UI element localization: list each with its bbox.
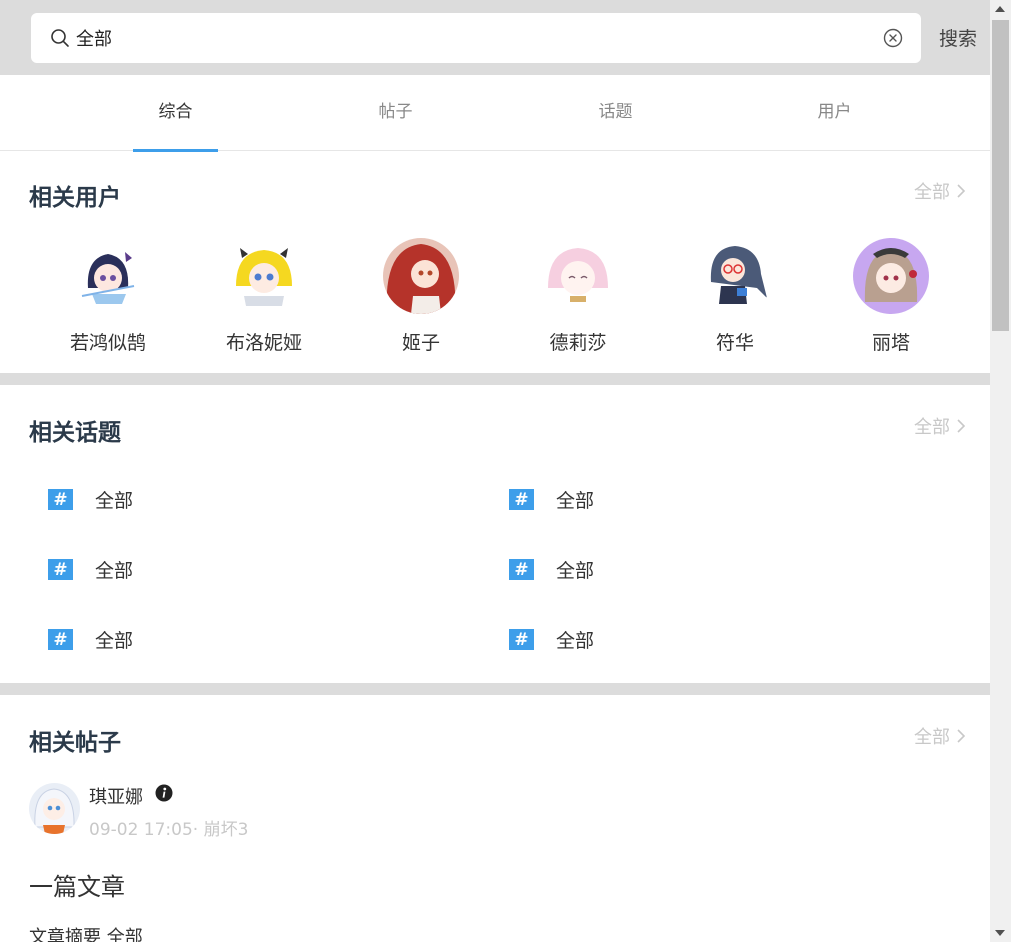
user-card[interactable]: 丽塔 bbox=[831, 238, 951, 355]
section-divider bbox=[0, 683, 990, 695]
user-card[interactable]: 符华 bbox=[675, 238, 795, 355]
topic-label: 全部 bbox=[95, 490, 134, 512]
tab-bar: 综合 帖子 话题 用户 bbox=[0, 75, 990, 152]
topic-label: 全部 bbox=[556, 490, 595, 512]
topic-label: 全部 bbox=[95, 630, 134, 652]
chevron-right-icon bbox=[957, 184, 966, 198]
related-posts-section: 相关帖子 全部 琪亚娜 09-02 17:05· 崩坏3 一篇文章 文章摘要 全… bbox=[0, 695, 990, 942]
info-icon bbox=[155, 784, 173, 802]
tab-topics[interactable]: 话题 bbox=[573, 75, 658, 151]
user-card[interactable]: 姬子 bbox=[361, 238, 481, 355]
related-users-section: 相关用户 全部 若鸿似鹄 布洛妮娅 姬子 德莉莎 符华 丽塔 bbox=[0, 151, 990, 373]
more-label: 全部 bbox=[914, 417, 950, 438]
user-card[interactable]: 布洛妮娅 bbox=[204, 238, 324, 355]
topic-item[interactable]: # 全部 bbox=[509, 486, 594, 513]
tab-users[interactable]: 用户 bbox=[792, 75, 877, 151]
topic-label: 全部 bbox=[556, 560, 595, 582]
author-name[interactable]: 琪亚娜 bbox=[89, 783, 143, 809]
topic-label: 全部 bbox=[556, 630, 595, 652]
tab-all[interactable]: 综合 bbox=[133, 75, 218, 152]
avatar bbox=[70, 238, 146, 314]
section-title: 相关话题 bbox=[29, 420, 121, 446]
topics-more-link[interactable]: 全部 bbox=[914, 413, 966, 439]
related-topics-section: 相关话题 全部 # 全部 # 全部 # 全部 # 全部 # 全部 # 全部 bbox=[0, 385, 990, 683]
topic-item[interactable]: # 全部 bbox=[48, 626, 133, 653]
topic-item[interactable]: # 全部 bbox=[48, 486, 133, 513]
topic-item[interactable]: # 全部 bbox=[509, 556, 594, 583]
more-label: 全部 bbox=[914, 182, 950, 203]
tab-posts[interactable]: 帖子 bbox=[353, 75, 438, 151]
search-icon bbox=[51, 29, 69, 47]
section-title: 相关用户 bbox=[29, 185, 121, 211]
hashtag-icon: # bbox=[509, 489, 534, 510]
section-divider bbox=[0, 373, 990, 385]
user-name: 姬子 bbox=[401, 332, 440, 354]
clear-icon[interactable] bbox=[883, 28, 903, 48]
topic-item[interactable]: # 全部 bbox=[509, 626, 594, 653]
user-card[interactable]: 德莉莎 bbox=[518, 238, 638, 355]
hashtag-icon: # bbox=[48, 559, 73, 580]
user-card[interactable]: 若鸿似鹄 bbox=[48, 238, 168, 355]
user-name: 丽塔 bbox=[871, 332, 910, 354]
post-summary[interactable]: 文章摘要 全部 bbox=[29, 923, 143, 942]
user-name: 若鸿似鹄 bbox=[69, 332, 146, 354]
scroll-down-arrow-icon[interactable] bbox=[995, 930, 1005, 936]
avatar bbox=[697, 238, 773, 314]
posts-more-link[interactable]: 全部 bbox=[914, 723, 966, 749]
avatar bbox=[540, 238, 616, 314]
user-name: 布洛妮娅 bbox=[225, 332, 302, 354]
scroll-up-arrow-icon[interactable] bbox=[995, 6, 1005, 12]
more-label: 全部 bbox=[914, 727, 950, 748]
chevron-right-icon bbox=[957, 419, 966, 433]
avatar bbox=[383, 238, 459, 314]
search-results-page: 搜索 综合 帖子 话题 用户 相关用户 全部 bbox=[0, 0, 990, 942]
post-title[interactable]: 一篇文章 bbox=[29, 867, 125, 902]
user-name: 符华 bbox=[715, 332, 754, 354]
chevron-right-icon bbox=[957, 729, 966, 743]
scroll-thumb[interactable] bbox=[992, 20, 1009, 331]
search-button[interactable]: 搜索 bbox=[939, 24, 977, 51]
topic-label: 全部 bbox=[95, 560, 134, 582]
hashtag-icon: # bbox=[509, 559, 534, 580]
author-avatar[interactable] bbox=[29, 783, 80, 834]
hashtag-icon: # bbox=[509, 629, 534, 650]
hashtag-icon: # bbox=[48, 629, 73, 650]
section-title: 相关帖子 bbox=[29, 730, 121, 756]
vertical-scrollbar[interactable] bbox=[990, 0, 1011, 942]
topic-item[interactable]: # 全部 bbox=[48, 556, 133, 583]
user-name: 德莉莎 bbox=[549, 332, 607, 354]
avatar bbox=[853, 238, 929, 314]
post-meta: 09-02 17:05· 崩坏3 bbox=[89, 820, 249, 840]
search-box[interactable] bbox=[31, 13, 921, 63]
hashtag-icon: # bbox=[48, 489, 73, 510]
avatar bbox=[226, 238, 302, 314]
search-bar: 搜索 bbox=[0, 0, 990, 75]
search-input[interactable] bbox=[76, 13, 856, 63]
users-more-link[interactable]: 全部 bbox=[914, 178, 966, 204]
